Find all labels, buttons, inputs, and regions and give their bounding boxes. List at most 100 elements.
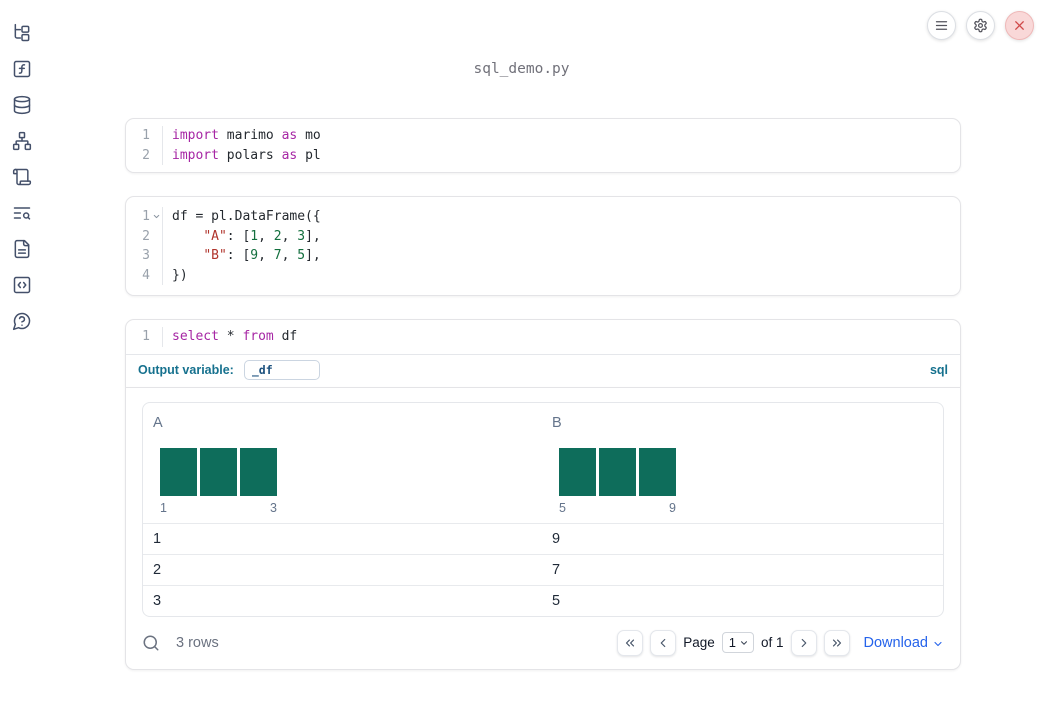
notebook-actions-toolbar: [927, 11, 1034, 40]
column-histogram: [160, 447, 277, 496]
column-name: A: [153, 414, 163, 431]
code-cell-dataframe[interactable]: 1 df = pl.DataFrame({2 "A": [1, 2, 3], 3 "…: [125, 196, 961, 296]
histogram-bar: [599, 447, 636, 496]
table-output-panel: A13B59 192735 3 rows Page 1 of 1 Downloa…: [125, 386, 961, 670]
menu-icon: [935, 21, 948, 30]
code-text[interactable]: "B": [9, 7, 5],: [163, 246, 320, 266]
histogram-bar: [639, 447, 676, 496]
database-icon[interactable]: [12, 95, 32, 115]
fold-spacer: [150, 145, 163, 165]
shutdown-button[interactable]: [1005, 11, 1034, 40]
table-cell[interactable]: 7: [542, 555, 943, 585]
histogram-bar: [240, 447, 277, 496]
fold-spacer: [150, 327, 163, 347]
download-button[interactable]: Download: [864, 635, 945, 651]
table-footer: 3 rows Page 1 of 1 Download: [126, 617, 960, 669]
chevrons-left-icon: [626, 639, 635, 646]
search-button[interactable]: [142, 634, 160, 652]
fold-chevron-icon[interactable]: [150, 207, 163, 227]
code-text[interactable]: df = pl.DataFrame({: [163, 207, 321, 227]
table-row[interactable]: 35: [143, 584, 943, 616]
page-select[interactable]: 1: [721, 632, 754, 653]
gear-icon: [974, 18, 987, 33]
notebook-filename: sql_demo.py: [473, 61, 570, 77]
histogram-bar: [200, 447, 237, 496]
file-tree-icon[interactable]: [12, 23, 32, 43]
histogram-axis: 13: [160, 501, 277, 515]
code-text[interactable]: select * from df: [163, 327, 297, 347]
data-table: A13B59 192735: [142, 401, 944, 617]
table-cell[interactable]: 3: [143, 586, 542, 616]
chevron-down-icon: [934, 641, 942, 646]
code-text[interactable]: }): [163, 266, 188, 286]
line-number: 2: [142, 147, 150, 163]
dependency-graph-icon[interactable]: [12, 131, 32, 151]
chevron-left-icon: [660, 638, 666, 647]
histogram-bar: [160, 447, 197, 496]
logs-search-icon[interactable]: [12, 203, 32, 223]
first-page-button[interactable]: [617, 629, 644, 656]
table-body: 192735: [143, 522, 943, 616]
fold-spacer: [150, 246, 163, 266]
chevrons-right-icon: [832, 639, 841, 646]
table-header-row: A13B59: [143, 403, 943, 523]
code-line[interactable]: 1 select * from df: [126, 327, 960, 347]
code-line[interactable]: 2 import polars as pl: [126, 145, 960, 166]
sql-meta-row: Output variable: sql: [126, 353, 960, 387]
code-line[interactable]: 1 import marimo as mo: [126, 126, 960, 146]
page-select-value: 1: [728, 635, 736, 650]
table-cell[interactable]: 9: [542, 524, 943, 554]
code-line[interactable]: 2 "A": [1, 2, 3],: [126, 226, 960, 247]
download-label: Download: [863, 634, 929, 651]
line-number: 2: [142, 228, 150, 244]
code-line[interactable]: 4}): [126, 265, 960, 286]
column-header-b[interactable]: B 59: [542, 403, 943, 523]
table-row[interactable]: 27: [143, 553, 943, 585]
row-count-label: 3 rows: [176, 634, 219, 651]
documentation-icon[interactable]: [12, 239, 32, 259]
table-cell[interactable]: 2: [143, 555, 542, 585]
code-text[interactable]: "A": [1, 2, 3],: [163, 227, 320, 247]
prev-page-button[interactable]: [650, 629, 677, 656]
search-icon: [143, 635, 159, 650]
pagination-controls: Page 1 of 1: [617, 629, 850, 656]
chevron-down-icon: [740, 640, 747, 645]
output-variable-label: Output variable:: [138, 362, 234, 377]
code-text[interactable]: import marimo as mo: [163, 126, 321, 146]
histogram-min-label: 1: [160, 500, 167, 515]
table-cell[interactable]: 1: [143, 524, 542, 554]
code-line[interactable]: 1 df = pl.DataFrame({: [126, 207, 960, 227]
table-row[interactable]: 19: [143, 522, 943, 554]
sql-cell[interactable]: 1 select * from df Output variable: sql: [125, 319, 961, 387]
code-line[interactable]: 3 "B": [9, 7, 5],: [126, 246, 960, 266]
code-text[interactable]: import polars as pl: [163, 146, 321, 166]
histogram-axis: 59: [559, 501, 676, 515]
scroll-icon[interactable]: [12, 167, 32, 187]
histogram-bar: [559, 447, 596, 496]
last-page-button[interactable]: [823, 629, 850, 656]
histogram-min-label: 5: [559, 500, 566, 515]
page-label: Page: [683, 635, 715, 650]
table-cell[interactable]: 5: [542, 586, 943, 616]
column-name: B: [552, 414, 562, 431]
histogram-max-label: 3: [270, 500, 277, 515]
line-number: 1: [142, 329, 150, 344]
column-header-a[interactable]: A13: [143, 403, 542, 523]
next-page-button[interactable]: [790, 629, 817, 656]
column-histogram: [559, 447, 676, 496]
output-variable-input[interactable]: [243, 359, 320, 380]
chevron-right-icon: [801, 638, 806, 647]
settings-button[interactable]: [966, 11, 995, 40]
line-number: 1: [142, 209, 150, 224]
fold-spacer: [150, 226, 163, 246]
line-number: 4: [142, 267, 150, 283]
snippets-icon[interactable]: [12, 275, 32, 295]
fold-spacer: [150, 265, 163, 285]
line-number: 1: [142, 128, 150, 143]
sql-language-badge: sql: [929, 362, 948, 377]
page-of-label: of 1: [760, 635, 784, 650]
help-icon[interactable]: [12, 311, 32, 331]
menu-button[interactable]: [927, 11, 956, 40]
code-cell-imports[interactable]: 1 import marimo as mo 2 import polars as pl: [125, 118, 961, 173]
close-icon: [1015, 21, 1024, 30]
